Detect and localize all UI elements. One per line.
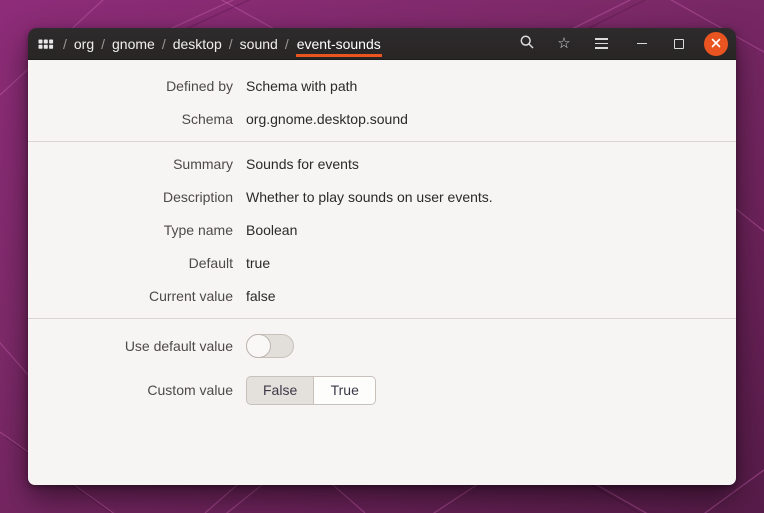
grid-icon[interactable] [38,37,54,51]
custom-value-toggle-group: False True [246,375,377,405]
use-default-control [246,334,294,358]
property-row: Default true [28,246,736,279]
dconf-editor-window: / org / gnome / desktop / sound / event-… [28,28,736,485]
custom-value-false-button[interactable]: False [246,375,315,405]
menu-button[interactable] [589,32,613,56]
path-separator: / [284,35,289,52]
maximize-button[interactable] [667,32,691,56]
property-value: false [246,287,276,304]
property-row: Current value false [28,279,736,312]
property-row: Defined by Schema with path [28,69,736,102]
property-label: Description [162,188,233,205]
headerbar-actions: ☆ [515,31,728,56]
property-value: org.gnome.desktop.sound [246,110,408,127]
property-value: Schema with path [246,77,358,94]
breadcrumb: / org / gnome / desktop / sound / event-… [38,31,515,57]
separator [28,141,736,142]
search-icon [519,34,535,53]
breadcrumb-segment-sound[interactable]: sound [240,36,278,52]
breadcrumb-segment-gnome[interactable]: gnome [112,36,155,52]
property-value: Sounds for events [246,155,359,172]
property-row: Summary Sounds for events [28,147,736,180]
property-value: Whether to play sounds on user events. [246,188,493,205]
use-default-switch[interactable] [246,334,294,358]
close-icon [711,36,721,51]
property-label: Summary [173,155,233,172]
hamburger-menu-icon [594,38,608,49]
property-row: Description Whether to play sounds on us… [28,180,736,213]
minimize-icon [637,42,647,45]
headerbar[interactable]: / org / gnome / desktop / sound / event-… [28,28,736,60]
breadcrumb-segment-org[interactable]: org [74,36,94,52]
custom-value-true-button[interactable]: True [314,375,377,405]
property-value: Boolean [246,221,298,238]
breadcrumb-segment-desktop[interactable]: desktop [173,36,222,52]
property-label: Default [188,254,233,271]
star-icon: ☆ [557,35,571,52]
path-separator: / [63,35,67,52]
property-row: Schema org.gnome.desktop.sound [28,102,736,135]
path-separator: / [101,35,106,52]
custom-value-label: Custom value [147,382,233,398]
property-label: Type name [163,221,233,238]
minimize-button[interactable] [630,32,654,56]
use-default-label: Use default value [124,338,233,354]
search-button[interactable] [515,32,539,56]
use-default-row: Use default value [28,324,736,368]
breadcrumb-current-key[interactable]: event-sounds [295,31,382,57]
property-label: Schema [181,110,233,127]
property-label: Current value [148,287,233,304]
custom-value-row: Custom value False True [28,368,736,412]
close-button[interactable] [704,31,728,56]
separator [28,318,736,319]
switch-knob [246,334,271,358]
maximize-icon [674,38,684,49]
property-row: Type name Boolean [28,213,736,246]
property-value: true [246,254,271,271]
path-separator: / [161,35,166,52]
key-detail-panel: Defined by Schema with path Schema org.g… [28,60,736,485]
bookmark-button[interactable]: ☆ [552,32,576,56]
property-label: Defined by [166,77,233,94]
path-separator: / [228,35,233,52]
